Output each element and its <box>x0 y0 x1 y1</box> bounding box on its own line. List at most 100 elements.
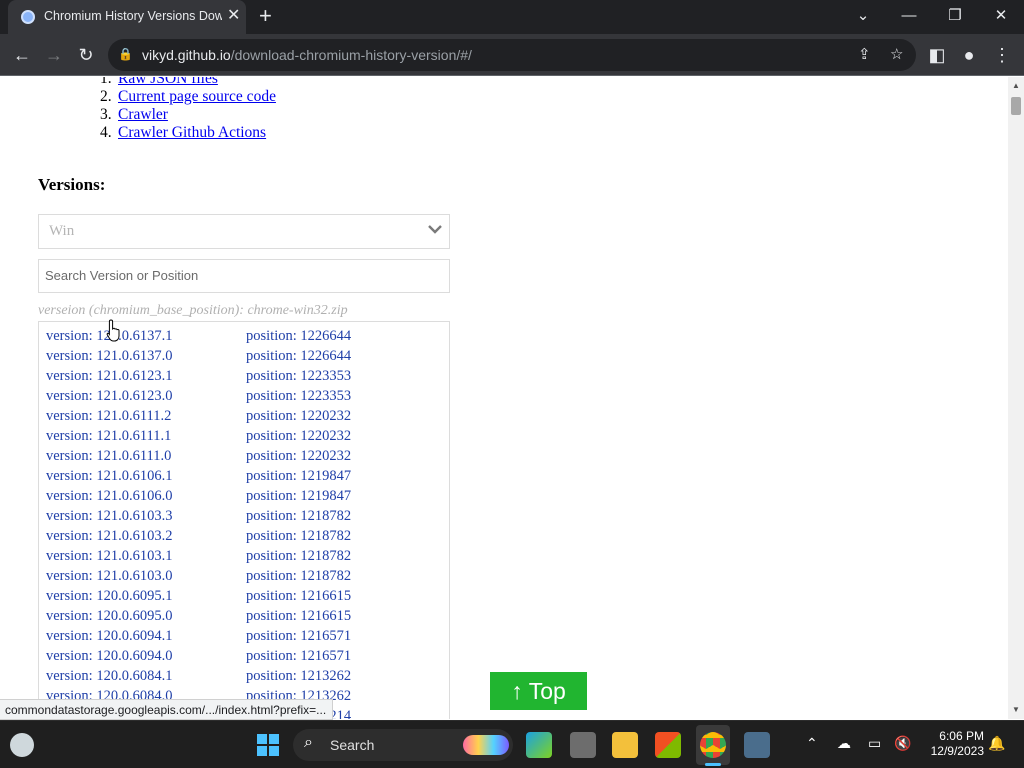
version-row[interactable]: version: 120.0.6095.1 position: 1216615 <box>46 588 446 608</box>
photos-icon[interactable] <box>744 732 770 758</box>
version-label[interactable]: version: 121.0.6111.0 <box>46 448 171 465</box>
position-label[interactable]: position: 1213262 <box>246 668 351 685</box>
page-scrollbar[interactable]: ▲ ▼ <box>1008 77 1024 719</box>
version-label[interactable]: version: 121.0.6106.1 <box>46 468 172 485</box>
browser-tab[interactable]: Chromium History Versions Dow ✕ <box>8 0 246 34</box>
restore-button[interactable]: ❐ <box>940 6 970 26</box>
position-label[interactable]: position: 1218782 <box>246 548 351 565</box>
position-label[interactable]: position: 1219847 <box>246 488 351 505</box>
version-row[interactable]: version: 121.0.6111.0 position: 1220232 <box>46 448 446 468</box>
bookmark-star-icon[interactable]: ☆ <box>890 45 903 63</box>
version-row[interactable]: version: 121.0.6111.2 position: 1220232 <box>46 408 446 428</box>
position-label[interactable]: position: 1216615 <box>246 608 351 625</box>
new-tab-button[interactable]: + <box>259 5 272 27</box>
version-row[interactable]: version: 121.0.6137.0 position: 1226644 <box>46 348 446 368</box>
scroll-top-button[interactable]: ↑ Top <box>490 672 587 710</box>
version-row[interactable]: version: 121.0.6103.3 position: 1218782 <box>46 508 446 528</box>
version-label[interactable]: version: 120.0.6095.1 <box>46 588 172 605</box>
crawler-actions-link[interactable]: Crawler Github Actions <box>118 124 266 142</box>
weather-widget-icon[interactable] <box>10 733 34 757</box>
version-label[interactable]: version: 120.0.6095.0 <box>46 608 172 625</box>
position-label[interactable]: position: 1223353 <box>246 368 351 385</box>
scroll-down-icon[interactable]: ▼ <box>1012 705 1020 714</box>
position-label[interactable]: position: 1220232 <box>246 428 351 445</box>
version-row[interactable]: version: 120.0.6094.0 position: 1216571 <box>46 648 446 668</box>
version-row[interactable]: version: 121.0.6106.0 position: 1219847 <box>46 488 446 508</box>
chrome-icon <box>700 732 726 758</box>
profile-avatar-icon[interactable]: ● <box>957 44 981 66</box>
position-label[interactable]: position: 1216615 <box>246 588 351 605</box>
version-row[interactable]: version: 120.0.6095.0 position: 1216615 <box>46 608 446 628</box>
version-label[interactable]: version: 120.0.6084.1 <box>46 668 172 685</box>
taskbar-search[interactable]: ⌕ Search <box>293 729 513 761</box>
reload-icon[interactable]: ↻ <box>74 44 98 66</box>
version-list[interactable]: version: 121.0.6137.1 position: 1226644 ve… <box>38 321 450 719</box>
version-label[interactable]: version: 121.0.6103.2 <box>46 528 172 545</box>
minimize-button[interactable]: — <box>894 6 924 26</box>
version-row[interactable]: version: 121.0.6103.0 position: 1218782 <box>46 568 446 588</box>
version-label[interactable]: version: 121.0.6106.0 <box>46 488 172 505</box>
search-input[interactable]: Search Version or Position <box>38 259 450 293</box>
version-label[interactable]: version: 121.0.6123.0 <box>46 388 172 405</box>
position-label[interactable]: position: 1218782 <box>246 528 351 545</box>
microsoft-store-icon[interactable] <box>655 732 681 758</box>
cloud-icon[interactable]: ☁ <box>837 735 851 752</box>
file-explorer-icon[interactable] <box>612 732 638 758</box>
version-row[interactable]: version: 121.0.6123.0 position: 1223353 <box>46 388 446 408</box>
version-label[interactable]: version: 120.0.6094.1 <box>46 628 172 645</box>
position-label[interactable]: position: 1220232 <box>246 408 351 425</box>
scroll-up-icon[interactable]: ▲ <box>1012 81 1020 90</box>
position-label[interactable]: position: 1216571 <box>246 628 351 645</box>
versions-heading: Versions: <box>38 175 106 194</box>
link-status-url: commondatastorage.googleapis.com/.../ind… <box>0 699 334 720</box>
tab-search-chevron-icon[interactable]: ⌄ <box>848 6 878 26</box>
version-label[interactable]: version: 121.0.6123.1 <box>46 368 172 385</box>
position-label[interactable]: position: 1220232 <box>246 448 351 465</box>
tray-chevron-icon[interactable]: ⌃ <box>806 735 818 752</box>
share-icon[interactable]: ⇪ <box>858 45 871 63</box>
version-label[interactable]: version: 120.0.6094.0 <box>46 648 172 665</box>
version-row[interactable]: version: 121.0.6123.1 position: 1223353 <box>46 368 446 388</box>
browser-menu-icon[interactable]: ⋮ <box>990 44 1014 66</box>
clock[interactable]: 6:06 PM 12/9/2023 <box>924 729 984 759</box>
version-label[interactable]: version: 121.0.6137.0 <box>46 348 172 365</box>
version-row[interactable]: version: 120.0.6084.1 position: 1213262 <box>46 668 446 688</box>
position-label[interactable]: position: 1226644 <box>246 348 351 365</box>
task-view-icon[interactable] <box>570 732 596 758</box>
position-label[interactable]: position: 1223353 <box>246 388 351 405</box>
version-row[interactable]: version: 121.0.6103.2 position: 1218782 <box>46 528 446 548</box>
side-panel-icon[interactable]: ◧ <box>925 44 949 66</box>
close-window-button[interactable]: ✕ <box>986 6 1016 26</box>
version-label[interactable]: version: 121.0.6103.3 <box>46 508 172 525</box>
position-label[interactable]: position: 1218782 <box>246 508 351 525</box>
raw-json-files-link[interactable]: Raw JSON files <box>118 77 218 88</box>
os-select[interactable]: Win <box>38 214 450 249</box>
version-row[interactable]: version: 121.0.6103.1 position: 1218782 <box>46 548 446 568</box>
scrollbar-thumb[interactable] <box>1011 97 1021 115</box>
edge-dev-icon[interactable] <box>526 732 552 758</box>
windows-start-icon[interactable] <box>257 734 279 756</box>
volume-muted-icon[interactable]: 🔇 <box>894 735 911 752</box>
position-label[interactable]: position: 1226644 <box>246 328 351 345</box>
tab-close-icon[interactable]: ✕ <box>227 8 240 24</box>
version-row[interactable]: version: 121.0.6106.1 position: 1219847 <box>46 468 446 488</box>
version-label[interactable]: version: 121.0.6111.1 <box>46 428 171 445</box>
crawler-link[interactable]: Crawler <box>118 106 168 124</box>
address-bar[interactable]: 🔒 vikyd.github.io/download-chromium-hist… <box>108 39 916 71</box>
position-label[interactable]: position: 1216571 <box>246 648 351 665</box>
position-label[interactable]: position: 1218782 <box>246 568 351 585</box>
version-label[interactable]: version: 121.0.6103.0 <box>46 568 172 585</box>
network-icon[interactable]: ▭ <box>868 735 881 752</box>
chevron-down-icon <box>428 225 442 234</box>
back-arrow-icon[interactable]: ← <box>10 44 34 66</box>
url-text[interactable]: vikyd.github.io/download-chromium-histor… <box>142 47 472 63</box>
version-label[interactable]: version: 121.0.6111.2 <box>46 408 171 425</box>
source-code-link[interactable]: Current page source code <box>118 88 276 106</box>
forward-arrow-icon[interactable]: → <box>42 44 66 66</box>
position-label[interactable]: position: 1219847 <box>246 468 351 485</box>
version-row[interactable]: version: 121.0.6111.1 position: 1220232 <box>46 428 446 448</box>
lock-icon[interactable]: 🔒 <box>118 47 133 61</box>
version-label[interactable]: version: 121.0.6103.1 <box>46 548 172 565</box>
version-row[interactable]: version: 120.0.6094.1 position: 1216571 <box>46 628 446 648</box>
notification-bell-icon[interactable]: 🔔 <box>988 735 1005 752</box>
